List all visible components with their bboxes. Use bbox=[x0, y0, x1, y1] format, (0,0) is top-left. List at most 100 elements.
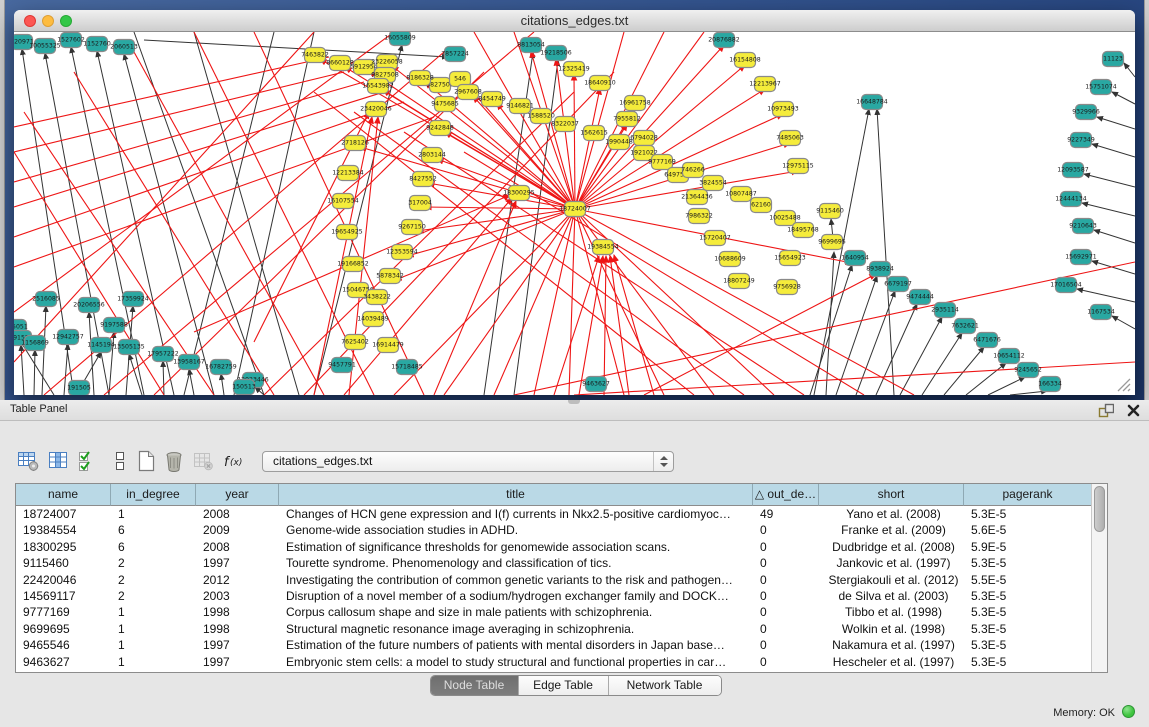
memory-status-indicator[interactable] bbox=[1122, 705, 1135, 718]
edge[interactable] bbox=[89, 312, 94, 395]
table-row[interactable]: 969969511998Structural magnetic resonanc… bbox=[16, 621, 1092, 637]
graph-node[interactable]: 12444134 bbox=[1055, 192, 1087, 207]
table-cell[interactable]: 0 bbox=[753, 654, 819, 670]
graph-node[interactable]: 9474444 bbox=[906, 290, 934, 305]
table-cell[interactable]: Estimation of the future numbers of pati… bbox=[279, 637, 753, 653]
edge[interactable] bbox=[395, 209, 575, 280]
edge[interactable] bbox=[1112, 92, 1135, 104]
table-row[interactable]: 1872400712008Changes of HCN gene express… bbox=[16, 506, 1092, 522]
table-cell[interactable]: Wolkin et al. (1998) bbox=[819, 621, 964, 637]
graph-node[interactable]: 8427552 bbox=[409, 172, 437, 187]
left-panel-edge[interactable] bbox=[0, 0, 5, 400]
table-cell[interactable]: 6 bbox=[111, 539, 196, 555]
table-cell[interactable]: 0 bbox=[753, 637, 819, 653]
table-cell[interactable]: Disruption of a novel member of a sodium… bbox=[279, 588, 753, 604]
graph-node[interactable]: 15720407 bbox=[699, 231, 731, 246]
close-panel-icon[interactable] bbox=[1126, 403, 1141, 418]
table-cell[interactable]: 5.6E-5 bbox=[964, 522, 1092, 538]
graph-node[interactable]: 3438222 bbox=[363, 290, 391, 305]
graph-node[interactable]: 9197588 bbox=[100, 318, 128, 333]
table-cell[interactable]: Yano et al. (2008) bbox=[819, 506, 964, 522]
graph-node[interactable]: 2060513 bbox=[110, 40, 138, 55]
table-cell[interactable]: 5.9E-5 bbox=[964, 539, 1092, 555]
column-header-7[interactable]: pagerank bbox=[964, 484, 1092, 506]
table-cell[interactable]: Tibbo et al. (1998) bbox=[819, 604, 964, 620]
column-header-3[interactable]: year bbox=[196, 484, 279, 506]
graph-node[interactable]: 10654112 bbox=[993, 349, 1025, 364]
table-cell[interactable]: Genome-wide association studies in ADHD. bbox=[279, 522, 753, 538]
edge[interactable] bbox=[1092, 144, 1135, 157]
graph-node[interactable]: 16914479 bbox=[372, 338, 404, 353]
table-cell[interactable]: 1997 bbox=[196, 637, 279, 653]
network-window-titlebar[interactable]: citations_edges.txt bbox=[14, 10, 1135, 32]
table-cell[interactable]: Franke et al. (2009) bbox=[819, 522, 964, 538]
edge[interactable] bbox=[14, 152, 164, 395]
table-row[interactable]: 1830029562008Estimation of significance … bbox=[16, 539, 1092, 555]
table-cell[interactable]: 18724007 bbox=[16, 506, 111, 522]
graph-node[interactable]: 9463627 bbox=[582, 377, 610, 392]
table-cell[interactable]: 1 bbox=[111, 604, 196, 620]
node-attribute-table[interactable]: namein_degreeyeartitle△ out_de…shortpage… bbox=[15, 483, 1108, 673]
graph-node[interactable]: 1527602 bbox=[57, 33, 85, 48]
edge[interactable] bbox=[163, 361, 164, 395]
table-cell[interactable]: Estimation of significance thresholds fo… bbox=[279, 539, 753, 555]
graph-node[interactable]: 5878342 bbox=[376, 269, 404, 284]
graph-node[interactable]: 10688609 bbox=[714, 252, 746, 267]
graph-node[interactable]: 6794028 bbox=[630, 131, 658, 146]
graph-node[interactable]: 7463822 bbox=[301, 48, 329, 63]
table-cell[interactable]: 0 bbox=[753, 621, 819, 637]
network-window[interactable]: citations_edges.txt 18724007183002951938… bbox=[14, 10, 1135, 395]
edge[interactable] bbox=[966, 363, 1006, 395]
panel-divider-grip[interactable] bbox=[568, 400, 580, 404]
graph-node[interactable]: 18300295 bbox=[503, 186, 535, 201]
graph-node[interactable]: 9210643 bbox=[1069, 219, 1097, 234]
graph-node[interactable]: 1640954 bbox=[841, 251, 869, 266]
edge[interactable] bbox=[14, 117, 434, 267]
table-body[interactable]: 1872400712008Changes of HCN gene express… bbox=[16, 506, 1092, 670]
table-cell[interactable]: 2 bbox=[111, 572, 196, 588]
edge[interactable] bbox=[444, 209, 575, 395]
graph-node[interactable]: 9146821 bbox=[506, 99, 534, 114]
edge[interactable] bbox=[1094, 230, 1135, 243]
table-panel-header[interactable]: Table Panel bbox=[0, 400, 1149, 421]
graph-node[interactable]: 16107554 bbox=[327, 194, 359, 209]
graph-node[interactable]: 7632621 bbox=[951, 319, 979, 334]
table-row[interactable]: 946362711997Embryonic stem cells: a mode… bbox=[16, 654, 1092, 670]
graph-node[interactable]: 9227349 bbox=[1067, 133, 1095, 148]
graph-node[interactable]: 12942757 bbox=[52, 330, 84, 345]
table-cell[interactable]: 19384554 bbox=[16, 522, 111, 538]
graph-node[interactable]: 3824554 bbox=[699, 176, 727, 191]
graph-node[interactable]: 8454749 bbox=[478, 92, 506, 107]
new-table-icon[interactable] bbox=[134, 449, 158, 473]
trash-icon[interactable] bbox=[162, 449, 186, 473]
graph-node[interactable]: 13505135 bbox=[113, 340, 145, 355]
graph-node[interactable]: 9457791 bbox=[328, 358, 356, 373]
graph-node[interactable]: 12975115 bbox=[782, 159, 814, 174]
table-cell[interactable]: 9699695 bbox=[16, 621, 111, 637]
edge[interactable] bbox=[425, 207, 575, 209]
edge[interactable] bbox=[1077, 289, 1135, 302]
scrollbar-thumb[interactable] bbox=[1094, 486, 1105, 532]
graph-node[interactable]: 7625402 bbox=[341, 335, 369, 350]
graph-node[interactable]: 9245652 bbox=[1014, 363, 1042, 378]
edge[interactable] bbox=[579, 256, 603, 395]
edge[interactable] bbox=[1010, 391, 1047, 395]
table-cell[interactable]: Embryonic stem cells: a model to study s… bbox=[279, 654, 753, 670]
citation-network-graph[interactable]: 1872400718300295193845547463822866012859… bbox=[14, 32, 1135, 395]
graph-node[interactable]: 9242848 bbox=[426, 121, 454, 136]
graph-node[interactable]: 6471676 bbox=[973, 333, 1001, 348]
graph-node[interactable]: 16961758 bbox=[619, 96, 651, 111]
table-cell[interactable]: Tourette syndrome. Phenomenology and cla… bbox=[279, 555, 753, 571]
table-cell[interactable]: Changes of HCN gene expression and I(f) … bbox=[279, 506, 753, 522]
edge[interactable] bbox=[876, 304, 917, 395]
column-header-5[interactable]: △ out_de… bbox=[753, 484, 819, 506]
column-header-1[interactable]: name bbox=[16, 484, 111, 506]
graph-node[interactable]: 7857224 bbox=[441, 47, 469, 62]
row-height-icon[interactable] bbox=[108, 449, 132, 473]
table-cell[interactable]: 5.3E-5 bbox=[964, 604, 1092, 620]
graph-node[interactable]: 20206556 bbox=[73, 298, 105, 313]
graph-node[interactable]: 191505 bbox=[67, 381, 91, 396]
table-cell[interactable]: Jankovic et al. (1997) bbox=[819, 555, 964, 571]
table-cell[interactable]: 1 bbox=[111, 654, 196, 670]
graph-node[interactable]: 19384554 bbox=[587, 240, 619, 255]
